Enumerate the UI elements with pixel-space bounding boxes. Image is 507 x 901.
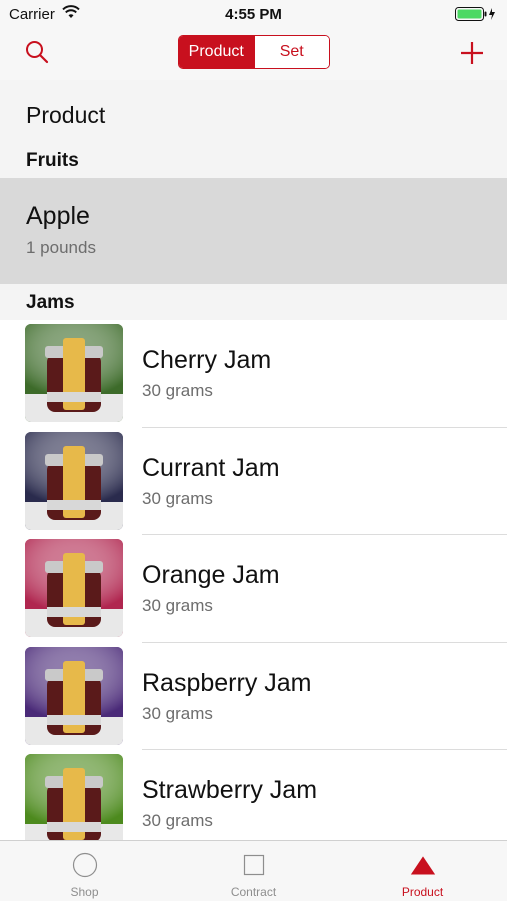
list-item-strawberry-jam[interactable]: Strawberry Jam 30 grams [0,750,507,840]
section-header-fruits: Fruits [26,150,79,171]
square-icon [243,854,264,876]
jam-thumbnail [25,539,123,637]
add-icon[interactable] [459,40,485,66]
battery-icon [455,7,495,21]
jam-list: Cherry Jam 30 grams Currant Jam 30 grams… [0,320,507,840]
tab-bar: Shop Contract Product [0,840,507,901]
item-name: Apple [26,202,90,230]
triangle-icon [410,856,435,875]
item-quantity: 1 pounds [26,238,96,257]
tab-contract[interactable]: Contract [169,841,338,901]
circle-icon [72,852,97,878]
content-area: Product Fruits Apple 1 pounds Jams Cherr… [0,80,507,840]
page-title: Product [26,102,106,128]
list-item-apple[interactable]: Apple 1 pounds [0,178,507,284]
jam-thumbnail [25,431,123,530]
item-quantity: 30 grams [142,811,213,830]
list-item-cherry-jam[interactable]: Cherry Jam 30 grams [0,320,507,428]
tab-label: Contract [230,885,277,899]
jam-thumbnail [25,324,123,422]
segment-set[interactable]: Set [253,36,329,68]
tab-label: Product [401,885,444,899]
item-name: Orange Jam [142,561,280,589]
clock: 4:55 PM [225,6,282,23]
item-name: Cherry Jam [142,346,272,374]
list-item-orange-jam[interactable]: Orange Jam 30 grams [0,535,507,643]
segment-product[interactable]: Product [179,36,254,68]
item-quantity: 30 grams [142,488,213,508]
navigation-bar: Product Set [0,28,507,80]
tab-label: Shop [70,885,99,899]
list-item-raspberry-jam[interactable]: Raspberry Jam 30 grams [0,643,507,750]
tab-shop[interactable]: Shop [0,841,169,901]
status-bar: Carrier 4:55 PM [0,0,507,28]
list-item-currant-jam[interactable]: Currant Jam 30 grams [0,428,507,535]
item-name: Strawberry Jam [142,776,318,804]
search-icon[interactable] [24,39,50,65]
section-header-jams: Jams [26,292,75,313]
item-name: Raspberry Jam [142,668,312,697]
segmented-control: Product Set [178,35,330,69]
tab-product[interactable]: Product [338,841,507,901]
jam-thumbnail [25,754,123,840]
item-quantity: 30 grams [142,703,213,723]
jam-thumbnail [25,646,123,745]
item-quantity: 30 grams [142,596,213,615]
item-quantity: 30 grams [142,381,213,400]
item-name: Currant Jam [142,453,280,482]
